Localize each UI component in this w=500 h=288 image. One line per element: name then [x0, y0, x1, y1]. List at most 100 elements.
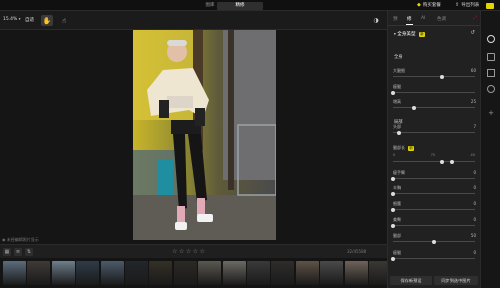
- slider-track[interactable]: [391, 256, 475, 261]
- slider-label: 细腰: [393, 201, 401, 206]
- compare-button[interactable]: ◑: [370, 15, 382, 26]
- filmstrip-thumbnail[interactable]: [3, 261, 26, 285]
- tab-retouch[interactable]: 精修: [217, 1, 263, 10]
- split-knob-left[interactable]: [440, 159, 445, 164]
- new-badge: 新: [419, 32, 425, 37]
- sort-icon: ⇅: [26, 249, 32, 255]
- slider-track[interactable]: [391, 90, 475, 95]
- image-icon[interactable]: [487, 53, 495, 61]
- slider-knob[interactable]: [432, 239, 436, 244]
- plus-icon[interactable]: +: [487, 109, 495, 117]
- split-slider-label: 腿部长 新: [393, 145, 414, 151]
- grid-view-button[interactable]: ▦: [3, 248, 11, 256]
- slider-knob[interactable]: [391, 191, 395, 196]
- slider-track[interactable]: [391, 223, 475, 228]
- pointer-hand-icon: ☝: [61, 16, 67, 25]
- tab-ai[interactable]: AI: [421, 16, 425, 21]
- pointer-tool-button[interactable]: ☝: [58, 15, 70, 26]
- slider-track[interactable]: [391, 176, 475, 181]
- filmstrip-thumbnail[interactable]: [198, 261, 222, 285]
- filmstrip-thumbnail[interactable]: [271, 261, 295, 285]
- slider-value: 0: [473, 201, 476, 206]
- export-list-label: 导出列表: [461, 3, 480, 8]
- tool-rail: +: [480, 11, 500, 288]
- slider-track[interactable]: [393, 74, 475, 79]
- slider-value: 7: [473, 124, 476, 129]
- slider-label: 大腿细: [393, 68, 405, 73]
- filmstrip-thumbnail[interactable]: [76, 261, 100, 285]
- slider-track[interactable]: [393, 130, 475, 135]
- tab-retouch-tools[interactable]: 修: [406, 16, 412, 25]
- slider-label: 腿部: [393, 233, 401, 238]
- slider-knob[interactable]: [391, 176, 395, 181]
- preset-title: 全身美型: [397, 32, 416, 37]
- fit-button[interactable]: 自适: [25, 17, 34, 23]
- slider-track[interactable]: [393, 239, 475, 244]
- compare-circle-icon: ◑: [373, 17, 379, 24]
- slider-track[interactable]: [391, 191, 475, 196]
- chevron-down-icon: ▾: [18, 17, 21, 21]
- filmstrip-thumbnail[interactable]: [320, 261, 344, 285]
- filter-button[interactable]: ≡: [14, 248, 22, 256]
- slider-knob[interactable]: [396, 130, 401, 135]
- slider-track[interactable]: [393, 105, 475, 110]
- filmstrip-thumbnail[interactable]: [125, 261, 148, 285]
- preset-section-header[interactable]: ▾ 全身美型 新: [394, 31, 425, 37]
- canvas-toolbar: 15.4% ▾ 自适 ✋ ☝ ◑: [0, 11, 387, 30]
- slider-track[interactable]: [391, 207, 475, 212]
- slider-value: 0: [473, 185, 476, 190]
- slider-value: 25: [470, 99, 476, 104]
- save-preset-button[interactable]: 保存新预设: [390, 276, 432, 285]
- slider-knob[interactable]: [411, 105, 416, 110]
- filmstrip-thumbnail[interactable]: [100, 261, 124, 285]
- slider-label: 瘦腿: [393, 250, 401, 255]
- reset-icon[interactable]: ↺: [470, 30, 475, 36]
- slider-label: 瘦腿: [393, 84, 401, 89]
- filmstrip-thumbnail[interactable]: [247, 261, 270, 285]
- filmstrip-thumbnail[interactable]: [222, 261, 246, 285]
- adjustment-panel: 预 修 AI 色调 ⤢ ▾ 全身美型 新 ↺ 全身 局部 大腿细 60 瘦腿 增高 25…: [387, 11, 481, 288]
- star-rating[interactable]: ☆☆☆☆☆: [172, 248, 206, 255]
- slider-knob[interactable]: [391, 223, 395, 228]
- slider-value: 0: [473, 217, 476, 222]
- edited-photo[interactable]: [133, 30, 276, 240]
- crop-icon[interactable]: [487, 69, 495, 77]
- zoom-dropdown[interactable]: 15.4% ▾: [3, 17, 21, 22]
- unedited-status-text: ◉ 未经编辑照片显示: [2, 237, 39, 243]
- eye-icon: ◉: [2, 237, 6, 242]
- hand-icon: ✋: [42, 16, 52, 25]
- filmstrip-thumbnail[interactable]: [344, 261, 368, 285]
- slider-label: 瘦手臂: [393, 170, 405, 175]
- history-icon[interactable]: [487, 85, 495, 93]
- buy-package-button[interactable]: ◆ 购买套餐: [417, 2, 441, 9]
- slider-knob[interactable]: [391, 256, 395, 261]
- status-label: 未经编辑照片显示: [6, 237, 39, 242]
- split-slider-track[interactable]: [393, 159, 475, 164]
- slider-knob[interactable]: [391, 207, 395, 212]
- filmstrip-thumbnail[interactable]: [51, 261, 75, 285]
- pin-icon[interactable]: ⤢: [473, 15, 477, 21]
- split-knob-right[interactable]: [450, 159, 455, 164]
- top-bar: 图库 精修 ◆ 购买套餐 ⇪ 导出列表: [0, 0, 500, 11]
- filmstrip: [0, 258, 490, 288]
- filmstrip-thumbnail[interactable]: [295, 261, 319, 285]
- tick-2: 40: [470, 153, 475, 157]
- adjust-icon[interactable]: [487, 35, 495, 43]
- home-icon[interactable]: [486, 3, 494, 9]
- sort-button[interactable]: ⇅: [25, 248, 33, 256]
- tab-tone[interactable]: 色调: [437, 16, 446, 22]
- slider-knob[interactable]: [440, 74, 445, 79]
- filmstrip-thumbnail[interactable]: [27, 261, 51, 285]
- slider-label: 头部: [393, 124, 401, 129]
- sync-selected-button[interactable]: 同步到选中图片: [434, 276, 478, 285]
- export-list-button[interactable]: ⇪ 导出列表: [455, 2, 479, 9]
- filmstrip-thumbnail[interactable]: [173, 261, 197, 285]
- filmstrip-toolbar: ▦ ≡ ⇅ ☆☆☆☆☆ 32/45588: [0, 244, 387, 258]
- filter-icon: ≡: [15, 249, 21, 255]
- filmstrip-thumbnail[interactable]: [149, 261, 173, 285]
- tab-presets[interactable]: 预: [393, 16, 398, 22]
- hand-tool-button[interactable]: ✋: [41, 15, 53, 26]
- photo-counter: 32/45588: [347, 249, 367, 254]
- zoom-level: 15.4%: [3, 17, 18, 22]
- slider-knob[interactable]: [391, 90, 395, 95]
